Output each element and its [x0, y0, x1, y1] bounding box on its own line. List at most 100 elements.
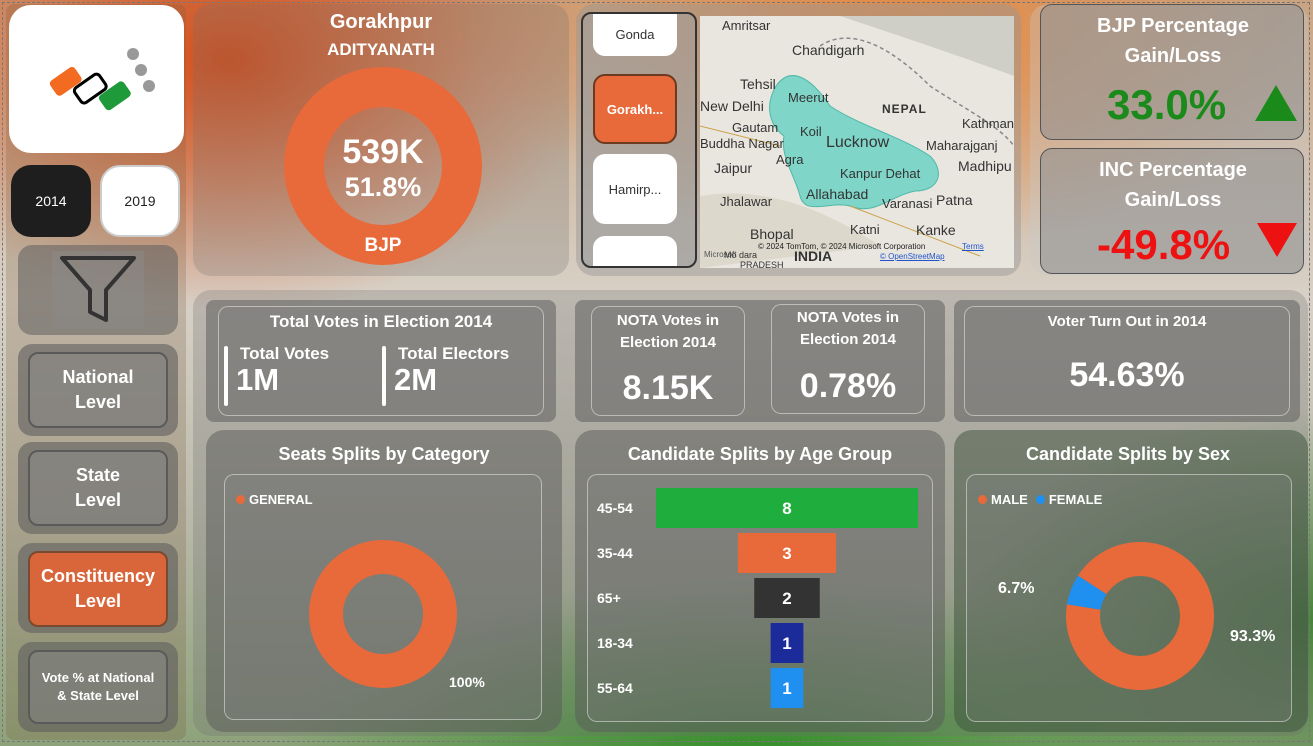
age-chart-title: Candidate Splits by Age Group	[627, 443, 893, 464]
map-label-amritsar: Amritsar	[722, 18, 771, 33]
map-label-meerut: Meerut	[788, 90, 829, 105]
inc-gain-title: INC Percentage Gain/Loss	[1099, 159, 1247, 211]
inc-gain-value: -49.8%	[1097, 221, 1231, 268]
legend-female: FEMALE	[1048, 492, 1103, 507]
map-label-pradesh: PRADESH	[740, 260, 784, 268]
map-osm-link[interactable]: © OpenStreetMap	[880, 252, 945, 261]
year-2014-button[interactable]: 2014	[11, 165, 91, 237]
vote-pct-button[interactable]: Vote % at National & State Level	[18, 642, 178, 732]
national-level-label: National Level	[62, 367, 134, 412]
funnel-icon	[60, 256, 136, 322]
map-label-katni: Katni	[850, 222, 880, 237]
map-label-tehsil: Tehsil	[740, 76, 776, 92]
slicer-item-gorakhpur[interactable]: Gorakh...	[593, 74, 677, 144]
constituency-name: Gorakhpur	[329, 10, 433, 33]
map-label-allahabad: Allahabad	[806, 186, 869, 202]
map-label-madhipur: Madhipu	[958, 158, 1012, 174]
map-visual[interactable]: Amritsar Chandigarh Tehsil New Delhi Mee…	[700, 16, 1014, 268]
map-label-varanasi: Varanasi	[882, 196, 933, 211]
inc-gain-card: INC Percentage Gain/Loss -49.8%	[1040, 148, 1304, 274]
age-bar-value: 2	[782, 589, 791, 608]
map-label-koil: Koil	[800, 124, 822, 139]
constituency-slicer: Gonda Gorakh... Hamirp...	[581, 12, 697, 268]
map-brand: Microsoft	[704, 250, 737, 259]
bjp-gain-title: BJP Percentage Gain/Loss	[1097, 15, 1249, 67]
map-label-new-delhi: New Delhi	[700, 98, 764, 114]
slicer-item-hamirpur[interactable]: Hamirp...	[593, 154, 677, 224]
winner-votes: 539K	[342, 132, 424, 171]
category-legend-general: GENERAL	[236, 492, 313, 507]
map-label-chandigarh: Chandigarh	[792, 42, 865, 58]
total-electors-label: Total Electors	[398, 344, 510, 363]
map-label-nepal: NEPAL	[882, 102, 927, 116]
donut-slice-female	[1066, 575, 1107, 611]
legend-dot-icon	[1035, 495, 1045, 504]
total-votes-title: Total Votes in Election 2014	[269, 312, 493, 331]
map-label-kanpur-dehat: Kanpur Dehat	[840, 166, 921, 181]
map-label-lucknow: Lucknow	[826, 134, 890, 151]
up-arrow-icon	[1255, 85, 1297, 121]
map-label-patna: Patna	[936, 192, 973, 208]
sex-chart-card: Candidate Splits by Sex MALE FEMALE 6.7%…	[954, 430, 1308, 732]
sex-donut	[1066, 542, 1214, 690]
age-bar-value: 1	[782, 679, 791, 698]
legend-dot-icon	[978, 495, 987, 504]
total-votes-value: 1M	[236, 362, 280, 397]
constituency-level-label: Constituency Level	[40, 566, 155, 611]
map-label-agra: Agra	[776, 152, 804, 167]
nota-panel: NOTA Votes in Election 2014 8.15K NOTA V…	[575, 300, 945, 422]
sex-chart-title: Candidate Splits by Sex	[1025, 443, 1231, 464]
legend-dot-icon	[236, 495, 245, 504]
male-slice-label: 93.3%	[1230, 628, 1276, 645]
turnout-title: Voter Turn Out in 2014	[1047, 312, 1207, 330]
total-electors-value: 2M	[394, 362, 438, 397]
down-arrow-icon	[1257, 223, 1297, 257]
category-donut	[309, 540, 457, 688]
map-terms-link[interactable]: Terms	[962, 242, 984, 251]
eci-logo	[9, 5, 184, 153]
age-bar-value: 1	[782, 634, 791, 653]
donut-slice-male	[1066, 542, 1214, 690]
nota-pct-value: 0.78%	[799, 366, 897, 405]
eci-logo-icon	[49, 48, 155, 111]
legend-male: MALE	[991, 492, 1028, 507]
age-chart-card: Candidate Splits by Age Group 45-54 8 35-4…	[575, 430, 945, 732]
nota-pct-title: NOTA Votes in Election 2014	[796, 309, 900, 348]
age-tick-label: 55-64	[597, 680, 633, 696]
total-votes-card: Total Votes in Election 2014 Total Votes…	[206, 300, 556, 422]
winner-card: Gorakhpur ADITYANATH 539K 51.8% BJP	[193, 4, 569, 276]
age-bar-value: 3	[782, 544, 791, 563]
slicer-item-gonda[interactable]: Gonda	[593, 14, 677, 56]
map-label-gautam: Gautam	[732, 120, 779, 135]
turnout-value: 54.63%	[1069, 355, 1185, 394]
bjp-gain-card: BJP Percentage Gain/Loss 33.0%	[1040, 4, 1304, 140]
nota-votes-title: NOTA Votes in Election 2014	[616, 312, 720, 351]
slicer-item-next[interactable]	[593, 236, 677, 266]
map-label-kathmandu: Kathman	[962, 116, 1014, 131]
bjp-gain-value: 33.0%	[1107, 81, 1227, 128]
state-level-label: State Level	[74, 465, 122, 510]
filter-button[interactable]	[18, 245, 178, 335]
map-label-jhalawar: Jhalawar	[720, 194, 773, 209]
category-chart-title: Seats Splits by Category	[278, 443, 490, 464]
turnout-card: Voter Turn Out in 2014 54.63%	[954, 300, 1300, 422]
total-votes-label: Total Votes	[240, 344, 330, 363]
age-funnel-chart: 45-54 8 35-44 3 65+ 2 18-34 1 55-64 1	[597, 488, 918, 708]
national-level-button[interactable]: National Level	[18, 344, 178, 436]
age-tick-label: 35-44	[597, 545, 633, 561]
vote-pct-label: Vote % at National & State Level	[41, 670, 155, 703]
age-tick-label: 18-34	[597, 635, 633, 651]
constituency-level-button[interactable]: Constituency Level	[18, 543, 178, 633]
map-label-maharajganj: Maharajganj	[926, 138, 998, 153]
year-2019-button[interactable]: 2019	[100, 165, 180, 237]
map-label-buddha-nagar: Buddha Nagar	[700, 136, 784, 151]
map-credit: © 2024 TomTom, © 2024 Microsoft Corporat…	[758, 242, 926, 251]
sex-legend: MALE FEMALE	[978, 492, 1102, 507]
category-chart-card: Seats Splits by Category GENERAL 100%	[206, 430, 562, 732]
age-bar-value: 8	[782, 499, 791, 518]
map-label-kanke: Kanke	[916, 222, 956, 238]
winner-party: BJP	[364, 235, 402, 256]
winner-candidate: ADITYANATH	[327, 40, 435, 59]
map-label-jaipur: Jaipur	[714, 160, 753, 176]
state-level-button[interactable]: State Level	[18, 442, 178, 534]
